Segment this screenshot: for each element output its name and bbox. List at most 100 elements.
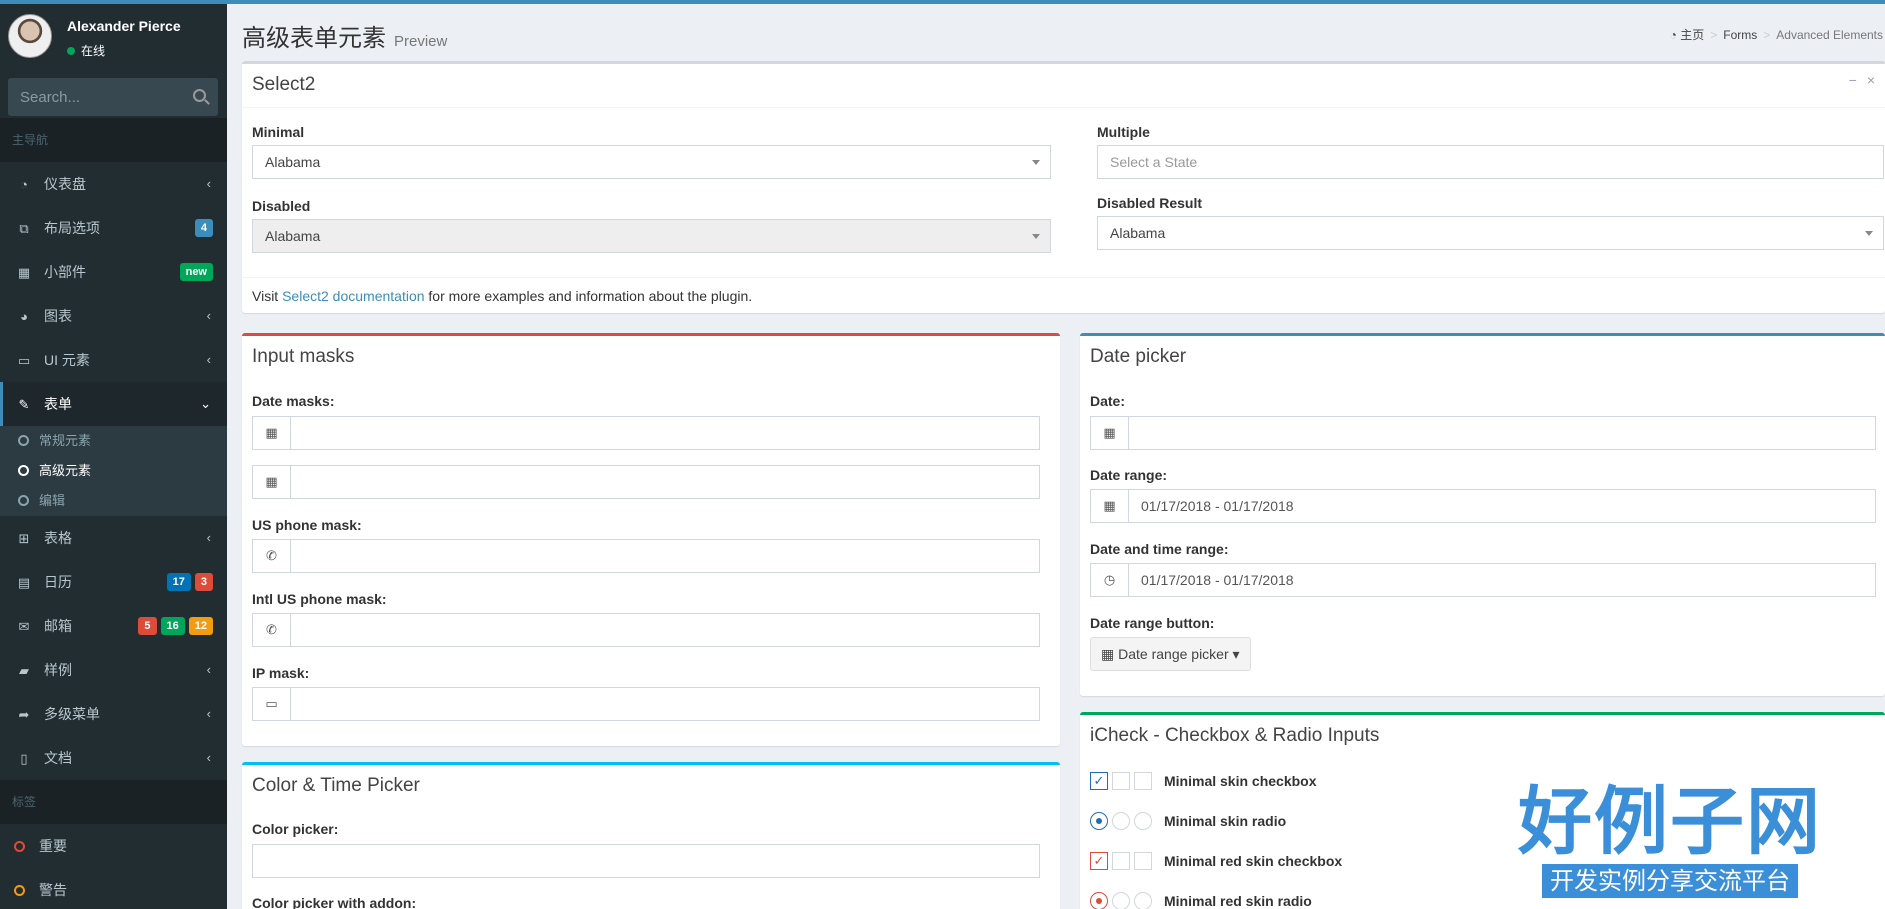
close-icon[interactable]: ×: [1867, 72, 1875, 88]
input-masks-box: Input masks Date masks: ▦ ▦ US phone mas…: [242, 333, 1060, 746]
sidebar-header-main: 主导航: [0, 118, 227, 162]
submenu-label: 常规元素: [39, 433, 92, 448]
date-range-button-label: Date range button:: [1090, 615, 1215, 631]
box-title: Date picker: [1090, 346, 1187, 367]
disabled-result-select[interactable]: Alabama: [1097, 216, 1884, 250]
icheck-row-red-checkbox: ✓ Minimal red skin checkbox: [1090, 851, 1342, 871]
phone-icon: ✆: [253, 614, 291, 646]
forms-submenu: 常规元素 高级元素 编辑: [0, 426, 227, 516]
sidebar-item-share[interactable]: ➦ 多级菜单 ‹: [0, 692, 227, 736]
search-icon[interactable]: [193, 89, 206, 102]
sidebar-item-envelope[interactable]: ✉ 邮箱 5 16 12: [0, 604, 227, 648]
icheck-label: Minimal skin checkbox: [1164, 773, 1317, 789]
multiple-select[interactable]: Select a State: [1097, 145, 1884, 179]
sidebar-search: [8, 78, 218, 116]
datetime-range-label: Date and time range:: [1090, 541, 1229, 557]
chevron-left-icon: ‹: [206, 750, 211, 765]
select-placeholder: Select a State: [1110, 154, 1198, 170]
chevron-left-icon: ‹: [206, 530, 211, 545]
date-mask-input-2[interactable]: ▦: [252, 465, 1040, 499]
sidebar-item-folder[interactable]: ▰ 样例 ‹: [0, 648, 227, 692]
ip-mask-input[interactable]: ▭: [252, 687, 1040, 721]
sidebar-item-laptop[interactable]: ▭ UI 元素 ‹: [0, 338, 227, 382]
count-badge: 3: [194, 573, 213, 591]
sidebar-search-input[interactable]: [8, 78, 178, 116]
us-phone-input[interactable]: ✆: [252, 539, 1040, 573]
date-mask-input-1[interactable]: ▦: [252, 416, 1040, 450]
sidebar-label-item[interactable]: 重要: [0, 824, 227, 868]
sidebar-item-edit[interactable]: ✎ 表单 ⌄: [0, 382, 227, 426]
sidebar-item-label: 表单: [44, 396, 72, 412]
select2-footer-note: Visit Select2 documentation for more exa…: [252, 288, 752, 304]
icheck-label: Minimal red skin checkbox: [1164, 853, 1343, 869]
sidebar-item-table[interactable]: ⊞ 表格 ‹: [0, 516, 227, 560]
chevron-down-icon: [1032, 160, 1040, 165]
radio-checked[interactable]: [1090, 812, 1108, 830]
datetime-range-input[interactable]: ◷ 01/17/2018 - 01/17/2018: [1090, 563, 1876, 597]
book-icon: ▯: [20, 751, 28, 766]
button-label: Date range picker: [1118, 646, 1229, 662]
sidebar-item-dashboard[interactable]: ◔ 仪表盘 ‹: [0, 162, 227, 206]
color-picker-input[interactable]: [252, 844, 1040, 878]
disabled-result-label: Disabled Result: [1097, 195, 1203, 211]
circle-icon: [18, 435, 29, 446]
select-value: Alabama: [265, 154, 321, 170]
sidebar-item-book[interactable]: ▯ 文档 ‹: [0, 736, 227, 780]
avatar[interactable]: [8, 14, 52, 58]
envelope-icon: ✉: [18, 619, 30, 634]
watermark-subtitle: 开发实例分享交流平台: [1542, 864, 1798, 898]
laptop-icon: ▭: [253, 688, 291, 720]
date-range-picker-button[interactable]: ▦ Date range picker ▾: [1090, 637, 1251, 671]
radio[interactable]: [1112, 892, 1130, 909]
sidebar-item-calendar[interactable]: ▤ 日历 17 3: [0, 560, 227, 604]
submenu-item-advanced[interactable]: 高级元素: [0, 456, 227, 486]
breadcrumb-home[interactable]: 主页: [1680, 28, 1704, 42]
count-badge: 4: [194, 219, 213, 237]
disabled-select: Alabama: [252, 219, 1051, 253]
note-text: for more examples and information about …: [424, 288, 753, 304]
table-icon: ⊞: [18, 531, 30, 546]
badge-group: 17 3: [166, 573, 213, 591]
caret-down-icon: ▾: [1228, 646, 1240, 662]
sidebar-item-files[interactable]: ⧉ 布局选项 4: [0, 206, 227, 250]
checkbox[interactable]: [1112, 852, 1130, 870]
calendar-icon: ▤: [17, 575, 31, 590]
date-input[interactable]: ▦: [1090, 416, 1876, 450]
date-range-input[interactable]: ▦ 01/17/2018 - 01/17/2018: [1090, 489, 1876, 523]
collapse-icon[interactable]: −: [1849, 72, 1857, 88]
intl-phone-input[interactable]: ✆: [252, 613, 1040, 647]
icheck-row-minimal-radio: Minimal skin radio: [1090, 811, 1286, 831]
sidebar-item-th[interactable]: ▦ 小部件 new: [0, 250, 227, 294]
count-badge: new: [179, 263, 213, 281]
calendar-icon: ▦: [1101, 646, 1119, 662]
minimal-select[interactable]: Alabama: [252, 145, 1051, 179]
submenu-item-general[interactable]: 常规元素: [0, 426, 227, 456]
radio-checked[interactable]: [1090, 892, 1108, 909]
sidebar-item-label: 布局选项: [44, 220, 100, 236]
circle-icon: [18, 465, 29, 476]
box-title: Input masks: [252, 346, 355, 367]
circle-icon: [14, 841, 25, 852]
page-subtitle: Preview: [394, 33, 448, 50]
count-badge: 12: [188, 617, 213, 635]
chevron-left-icon: ‹: [206, 662, 211, 677]
radio[interactable]: [1112, 812, 1130, 830]
edit-icon: ✎: [18, 397, 30, 412]
checkbox-checked[interactable]: ✓: [1090, 852, 1108, 870]
calendar-icon: ▦: [253, 417, 291, 449]
checkbox[interactable]: [1112, 772, 1130, 790]
sidebar-label-item[interactable]: 警告: [0, 868, 227, 909]
date-range-value: 01/17/2018 - 01/17/2018: [1141, 498, 1294, 514]
circle-icon: [14, 885, 25, 896]
online-dot-icon: [67, 47, 75, 55]
user-status-text: 在线: [81, 44, 106, 58]
submenu-item-editors[interactable]: 编辑: [0, 486, 227, 516]
divider: [242, 107, 1885, 108]
breadcrumb-forms[interactable]: Forms: [1723, 28, 1757, 42]
select2-docs-link[interactable]: Select2 documentation: [282, 288, 424, 304]
calendar-icon: ▦: [1091, 417, 1129, 449]
page-title: 高级表单元素: [242, 25, 386, 52]
sidebar-item-pie-chart[interactable]: ◕ 图表 ‹: [0, 294, 227, 338]
breadcrumb-current: Advanced Elements: [1776, 28, 1883, 42]
checkbox-checked[interactable]: ✓: [1090, 772, 1108, 790]
